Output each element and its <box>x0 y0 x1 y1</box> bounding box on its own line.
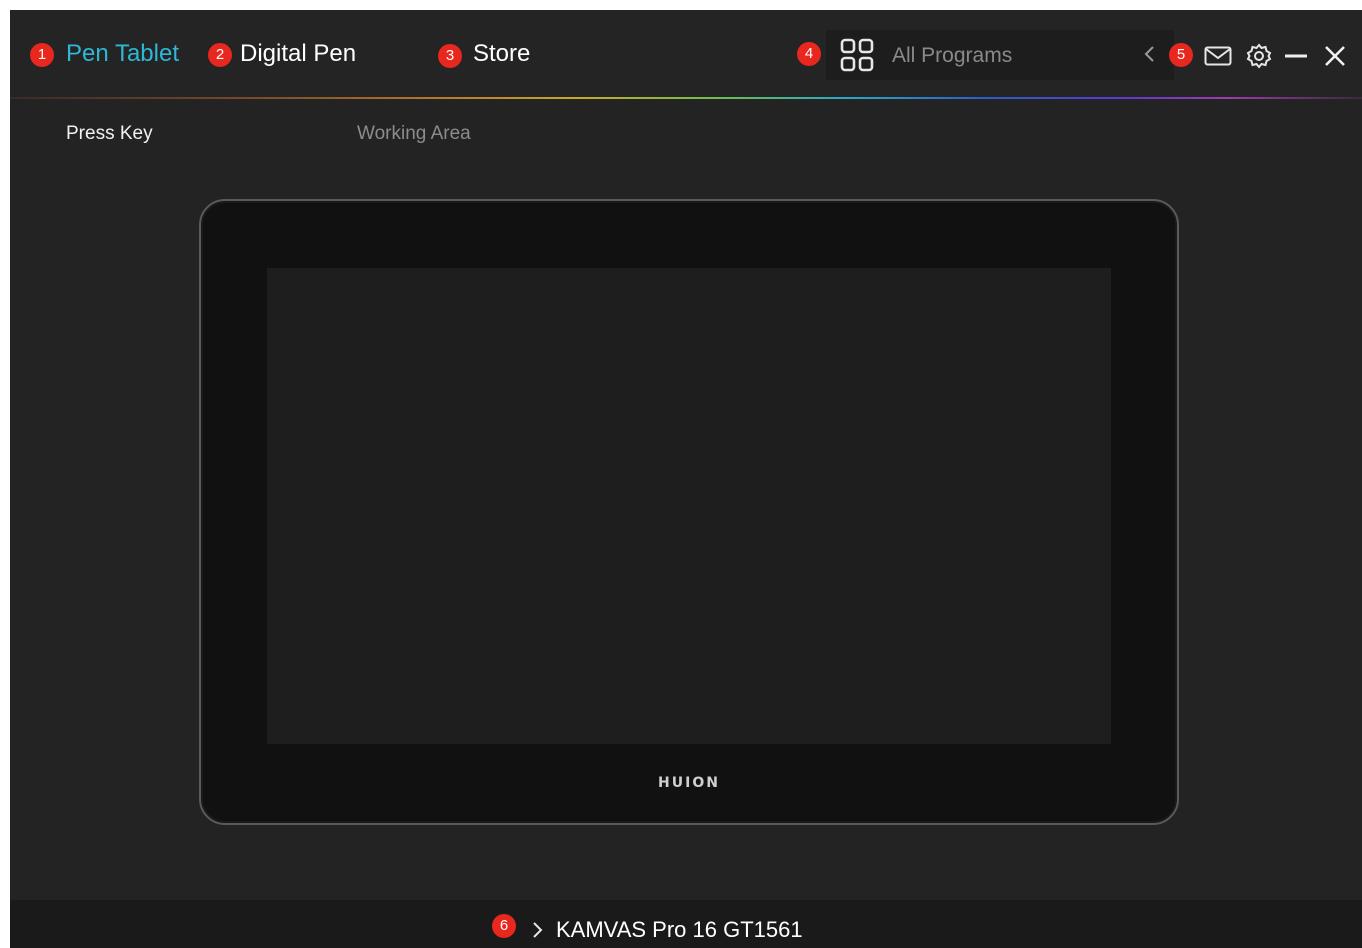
annotation-marker-2: 2 <box>208 43 232 67</box>
annotation-marker-1: 1 <box>30 43 54 67</box>
tab-pen-tablet[interactable]: Pen Tablet <box>66 40 179 68</box>
chevron-right-icon[interactable] <box>530 920 544 940</box>
tablet-screen <box>267 268 1111 744</box>
tablet-illustration: HUION <box>199 199 1179 825</box>
header-divider <box>10 97 1362 99</box>
gear-icon[interactable] <box>1246 43 1272 69</box>
annotation-marker-5: 5 <box>1169 43 1193 67</box>
chevron-left-icon[interactable] <box>1142 44 1158 64</box>
grid-icon <box>840 38 874 72</box>
footer-bar: 6 KAMVAS Pro 16 GT1561 <box>10 900 1362 948</box>
app-window: 1 Pen Tablet 2 Digital Pen 3 Store 4 All… <box>10 10 1362 948</box>
annotation-marker-3: 3 <box>438 44 462 68</box>
minimize-icon[interactable] <box>1284 47 1308 65</box>
subtab-working-area[interactable]: Working Area <box>357 123 471 145</box>
subtab-press-key[interactable]: Press Key <box>66 123 153 145</box>
close-icon[interactable] <box>1324 45 1346 67</box>
mail-icon[interactable] <box>1204 46 1232 66</box>
tab-store[interactable]: Store <box>473 40 530 68</box>
tab-digital-pen[interactable]: Digital Pen <box>240 40 356 68</box>
program-selector-label: All Programs <box>892 44 1013 67</box>
annotation-marker-6: 6 <box>492 914 516 938</box>
annotation-marker-4: 4 <box>797 42 821 66</box>
device-name[interactable]: KAMVAS Pro 16 GT1561 <box>556 917 803 943</box>
header-bar: 1 Pen Tablet 2 Digital Pen 3 Store 4 All… <box>10 10 1362 98</box>
program-selector[interactable]: All Programs <box>826 30 1174 80</box>
huion-logo: HUION <box>658 775 720 791</box>
